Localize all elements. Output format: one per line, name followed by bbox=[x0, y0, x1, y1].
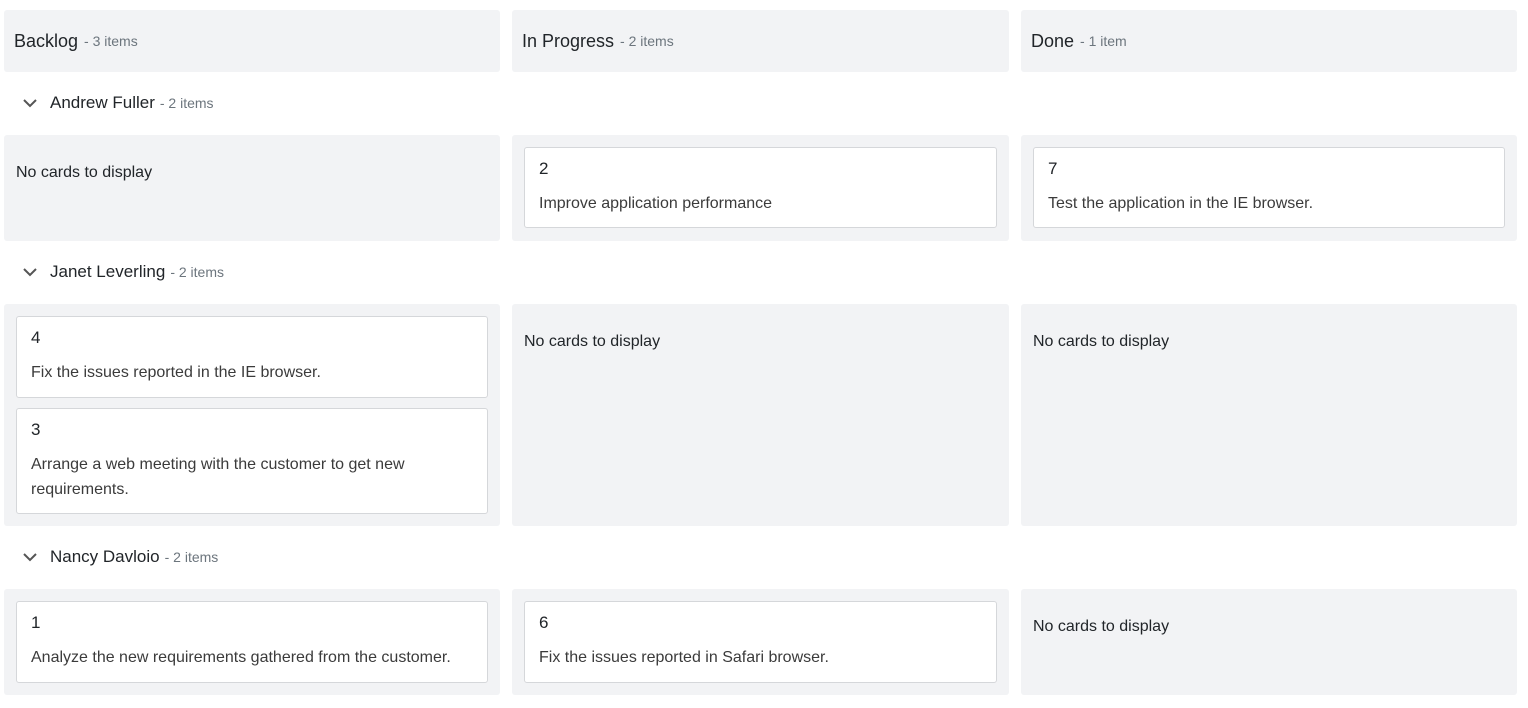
column-item-count: - 3 items bbox=[84, 33, 138, 49]
column-item-count: - 2 items bbox=[620, 33, 674, 49]
empty-cell-message: No cards to display bbox=[16, 164, 153, 181]
chevron-down-icon[interactable] bbox=[22, 95, 38, 111]
card-summary: Fix the issues reported in the IE browse… bbox=[31, 364, 321, 381]
task-card[interactable]: 6 Fix the issues reported in Safari brow… bbox=[524, 601, 997, 683]
empty-cell-message: No cards to display bbox=[524, 333, 661, 350]
cell-backlog: 1 Analyze the new requirements gathered … bbox=[4, 589, 500, 695]
empty-cell-message: No cards to display bbox=[1033, 333, 1170, 350]
swimlane-header-nancy-davloio: Nancy Davloio - 2 items bbox=[22, 545, 218, 569]
card-id: 7 bbox=[1048, 159, 1058, 178]
swimlane-row-janet-leverling: 4 Fix the issues reported in the IE brow… bbox=[4, 304, 1517, 526]
column-header-done[interactable]: Done - 1 item bbox=[1021, 10, 1517, 72]
card-summary: Arrange a web meeting with the customer … bbox=[31, 456, 405, 498]
task-card[interactable]: 7 Test the application in the IE browser… bbox=[1033, 147, 1505, 228]
swimlane-item-count: - 2 items bbox=[170, 264, 224, 280]
task-card[interactable]: 1 Analyze the new requirements gathered … bbox=[16, 601, 488, 683]
cell-backlog: 4 Fix the issues reported in the IE brow… bbox=[4, 304, 500, 526]
swimlane-name: Nancy Davloio bbox=[50, 547, 160, 566]
card-id: 6 bbox=[539, 613, 549, 632]
swimlane-item-count: - 2 items bbox=[159, 95, 214, 111]
task-card[interactable]: 3 Arrange a web meeting with the custome… bbox=[16, 408, 488, 514]
column-title: Done bbox=[1031, 30, 1075, 51]
card-summary: Fix the issues reported in Safari browse… bbox=[539, 649, 829, 666]
column-header-in-progress[interactable]: In Progress - 2 items bbox=[512, 10, 1009, 72]
swimlane-item-count: - 2 items bbox=[164, 549, 219, 565]
swimlane-name: Andrew Fuller bbox=[50, 93, 155, 112]
column-title: In Progress bbox=[522, 30, 615, 51]
swimlane-row-andrew-fuller: No cards to display 2 Improve applicatio… bbox=[4, 135, 1517, 241]
cell-in-progress: 6 Fix the issues reported in Safari brow… bbox=[512, 589, 1009, 695]
empty-cell-message: No cards to display bbox=[1033, 618, 1170, 635]
swimlane-header-andrew-fuller: Andrew Fuller - 2 items bbox=[22, 91, 214, 115]
cell-done: No cards to display bbox=[1021, 304, 1517, 526]
column-header-backlog[interactable]: Backlog - 3 items bbox=[4, 10, 500, 72]
swimlane-row-nancy-davloio: 1 Analyze the new requirements gathered … bbox=[4, 589, 1517, 695]
task-card[interactable]: 2 Improve application performance bbox=[524, 147, 997, 228]
card-summary: Improve application performance bbox=[539, 195, 773, 212]
card-id: 4 bbox=[31, 328, 41, 347]
cell-done: 7 Test the application in the IE browser… bbox=[1021, 135, 1517, 241]
column-title: Backlog bbox=[14, 30, 79, 51]
kanban-board: Backlog - 3 items In Progress - 2 items … bbox=[0, 0, 1528, 708]
cell-done: No cards to display bbox=[1021, 589, 1517, 695]
card-id: 2 bbox=[539, 159, 549, 178]
swimlane-name: Janet Leverling bbox=[50, 262, 166, 281]
card-id: 3 bbox=[31, 420, 41, 439]
chevron-down-icon[interactable] bbox=[22, 264, 38, 280]
card-id: 1 bbox=[31, 613, 41, 632]
card-summary: Test the application in the IE browser. bbox=[1048, 195, 1314, 212]
chevron-down-icon[interactable] bbox=[22, 549, 38, 565]
card-summary: Analyze the new requirements gathered fr… bbox=[31, 649, 451, 666]
cell-in-progress: 2 Improve application performance bbox=[512, 135, 1009, 241]
task-card[interactable]: 4 Fix the issues reported in the IE brow… bbox=[16, 316, 488, 398]
column-headers: Backlog - 3 items In Progress - 2 items … bbox=[4, 10, 1517, 72]
column-item-count: - 1 item bbox=[1080, 33, 1127, 49]
swimlane-header-janet-leverling: Janet Leverling - 2 items bbox=[22, 260, 224, 284]
cell-backlog: No cards to display bbox=[4, 135, 500, 241]
cell-in-progress: No cards to display bbox=[512, 304, 1009, 526]
